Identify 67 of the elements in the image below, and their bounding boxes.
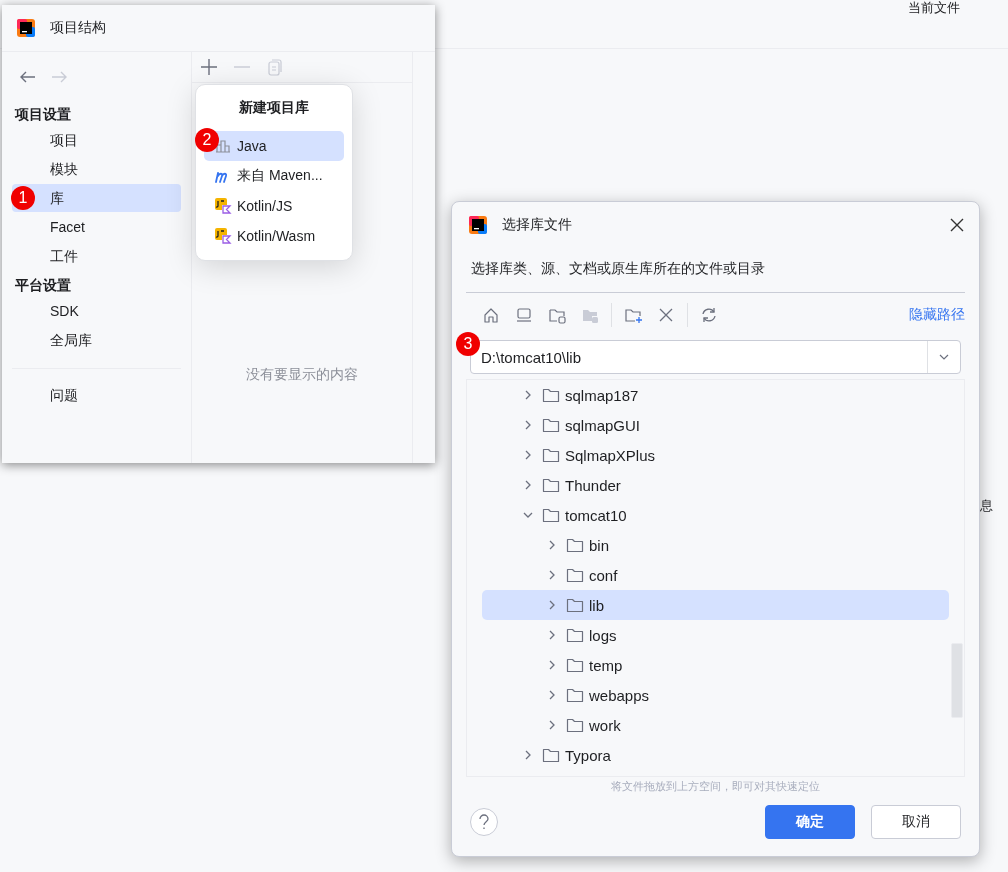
tree-row[interactable]: Thunder xyxy=(482,470,949,500)
menu-item[interactable]: Kotlin/Wasm xyxy=(204,221,344,251)
section-heading: 项目设置 xyxy=(13,105,72,124)
tree-row[interactable]: conf xyxy=(482,560,949,590)
folder-icon xyxy=(542,417,560,433)
tree-row[interactable]: Typora xyxy=(482,740,949,770)
tree-row[interactable]: lib xyxy=(482,590,949,620)
sidebar-item[interactable]: 模块 xyxy=(12,155,181,183)
empty-message: 没有要显示的内容 xyxy=(246,366,358,384)
home-icon[interactable] xyxy=(482,306,500,324)
folder-icon xyxy=(542,447,560,463)
step-badge: 3 xyxy=(456,332,480,356)
sidebar-item[interactable]: 问题 xyxy=(12,381,181,409)
hint-text: 将文件拖放到上方空间，即可对其快速定位 xyxy=(610,779,821,794)
window-title: 选择库文件 xyxy=(502,216,572,234)
window-title: 项目结构 xyxy=(50,19,106,37)
cancel-button[interactable]: 取消 xyxy=(871,804,961,839)
add-icon[interactable] xyxy=(200,58,218,76)
kotlin-js-icon xyxy=(214,227,232,245)
folder-icon[interactable] xyxy=(548,306,566,324)
tree-row[interactable]: work xyxy=(482,710,949,740)
folder-icon xyxy=(566,627,584,643)
folder-icon xyxy=(542,507,560,523)
kotlin-js-icon xyxy=(214,197,232,215)
app-logo-icon xyxy=(468,215,488,235)
panel-label: 息 xyxy=(980,497,993,515)
monitor-icon[interactable] xyxy=(515,306,533,324)
folder-icon xyxy=(542,387,560,403)
new-folder-icon[interactable] xyxy=(624,306,642,324)
sidebar-item[interactable]: Facet xyxy=(12,213,181,241)
hide-path-link[interactable]: 隐藏路径 xyxy=(909,306,965,324)
step-badge: 2 xyxy=(195,128,219,152)
sidebar-item[interactable]: SDK xyxy=(12,297,181,325)
scrollbar-thumb[interactable] xyxy=(951,643,963,718)
menu-item[interactable]: Kotlin/JS xyxy=(204,191,344,221)
tree-row[interactable]: sqlmap187 xyxy=(482,380,949,410)
question-mark-icon xyxy=(478,813,490,830)
folder-icon xyxy=(566,657,584,673)
folder-icon xyxy=(566,687,584,703)
folder-icon xyxy=(566,537,584,553)
folder-icon xyxy=(566,597,584,613)
folder-icon xyxy=(566,717,584,733)
sidebar-item[interactable]: 全局库 xyxy=(12,326,181,354)
tree-row[interactable]: SqlmapXPlus xyxy=(482,440,949,470)
close-icon[interactable] xyxy=(949,217,965,233)
ok-button[interactable]: 确定 xyxy=(765,804,855,839)
library-icon xyxy=(214,137,232,155)
tree-row[interactable]: sqlmapGUI xyxy=(482,410,949,440)
app-logo-icon xyxy=(16,18,36,38)
refresh-icon[interactable] xyxy=(700,306,718,324)
tree-row[interactable]: tomcat10 xyxy=(482,500,949,530)
sidebar-item[interactable]: 工件 xyxy=(12,242,181,270)
sidebar-item[interactable]: 项目 xyxy=(12,126,181,154)
description-text: 选择库类、源、文档或原生库所在的文件或目录 xyxy=(470,259,766,278)
menu-item[interactable]: 来自 Maven... xyxy=(204,161,344,191)
delete-icon[interactable] xyxy=(657,306,675,324)
tree-row[interactable]: logs xyxy=(482,620,949,650)
popup-title: 新建项目库 xyxy=(238,98,310,117)
tree-row[interactable]: webapps xyxy=(482,680,949,710)
tree-row[interactable]: bin xyxy=(482,530,949,560)
tree-row[interactable]: temp xyxy=(482,650,949,680)
folder-icon xyxy=(542,747,560,763)
folder-icon xyxy=(566,567,584,583)
section-heading: 平台设置 xyxy=(14,276,72,295)
toolbar-label: 当前文件 xyxy=(908,0,960,16)
folder-icon xyxy=(542,477,560,493)
help-button[interactable] xyxy=(470,807,498,836)
